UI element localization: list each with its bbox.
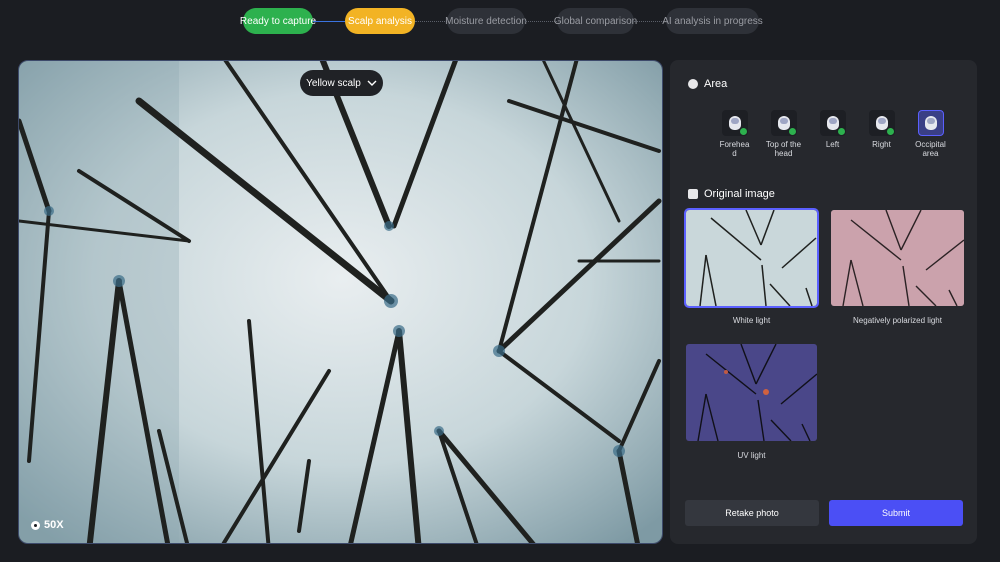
submit-button[interactable]: Submit <box>829 500 963 526</box>
step-connector <box>634 20 666 22</box>
thumb-uv-light[interactable] <box>686 344 817 441</box>
image-icon <box>688 189 698 199</box>
check-icon <box>788 128 796 135</box>
retake-photo-button[interactable]: Retake photo <box>685 500 819 526</box>
scalp-image <box>19 61 662 543</box>
step-ready-to-capture[interactable]: Ready to capture <box>240 8 316 34</box>
head-left-icon <box>826 116 839 130</box>
original-image-title-text: Original image <box>704 188 775 200</box>
check-icon <box>739 128 747 135</box>
check-icon <box>886 128 894 135</box>
thumb-white-light[interactable] <box>684 208 819 308</box>
area-right[interactable]: Right <box>857 110 906 158</box>
step-ai-analysis[interactable]: AI analysis in progress <box>662 8 763 34</box>
area-forehead[interactable]: Forehead <box>710 110 759 158</box>
step-connector <box>525 20 557 22</box>
step-connector <box>313 20 345 22</box>
step-connector <box>415 20 447 22</box>
thumb-negatively-polarized-light[interactable] <box>831 210 964 306</box>
area-label: Forehead <box>719 140 750 158</box>
chevron-down-icon <box>367 80 377 86</box>
microscope-image-viewer: Yellow scalp 50X <box>18 60 663 544</box>
step-scalp-analysis[interactable]: Scalp analysis <box>345 8 415 34</box>
area-left[interactable]: Left <box>808 110 857 158</box>
area-top-of-head[interactable]: Top of the head <box>759 110 808 158</box>
scalp-type-dropdown[interactable]: Yellow scalp <box>300 70 383 96</box>
head-forehead-icon <box>728 116 741 130</box>
area-label: Top of the head <box>765 140 802 158</box>
thumb-label-negatively-polarized-light: Negatively polarized light <box>853 316 942 325</box>
original-image-section-title: Original image <box>688 188 775 200</box>
head-top-icon <box>777 116 790 130</box>
magnification-indicator: 50X <box>31 519 64 531</box>
area-label: Right <box>872 140 891 149</box>
side-panel: Area Forehead Top of the head Left Right… <box>670 60 977 544</box>
area-selector: Forehead Top of the head Left Right Occi… <box>710 110 955 158</box>
step-moisture-detection[interactable]: Moisture detection <box>445 8 527 34</box>
progress-stepper: Ready to capture Scalp analysis Moisture… <box>240 8 763 34</box>
thumb-label-uv-light: UV light <box>737 451 766 460</box>
head-occipital-icon <box>924 116 937 130</box>
area-occipital[interactable]: Occipital area <box>906 110 955 158</box>
check-icon <box>837 128 845 135</box>
thumb-label-white-light: White light <box>732 316 771 325</box>
step-global-comparison[interactable]: Global comparison <box>554 8 637 34</box>
area-icon <box>688 79 698 89</box>
area-title-text: Area <box>704 78 728 90</box>
area-label: Occipital area <box>915 140 946 158</box>
area-label: Left <box>825 140 840 149</box>
head-right-icon <box>875 116 888 130</box>
scalp-type-value: Yellow scalp <box>306 77 361 89</box>
magnification-value: 50X <box>44 519 64 531</box>
area-section-title: Area <box>688 78 727 90</box>
location-pin-icon <box>31 520 40 530</box>
